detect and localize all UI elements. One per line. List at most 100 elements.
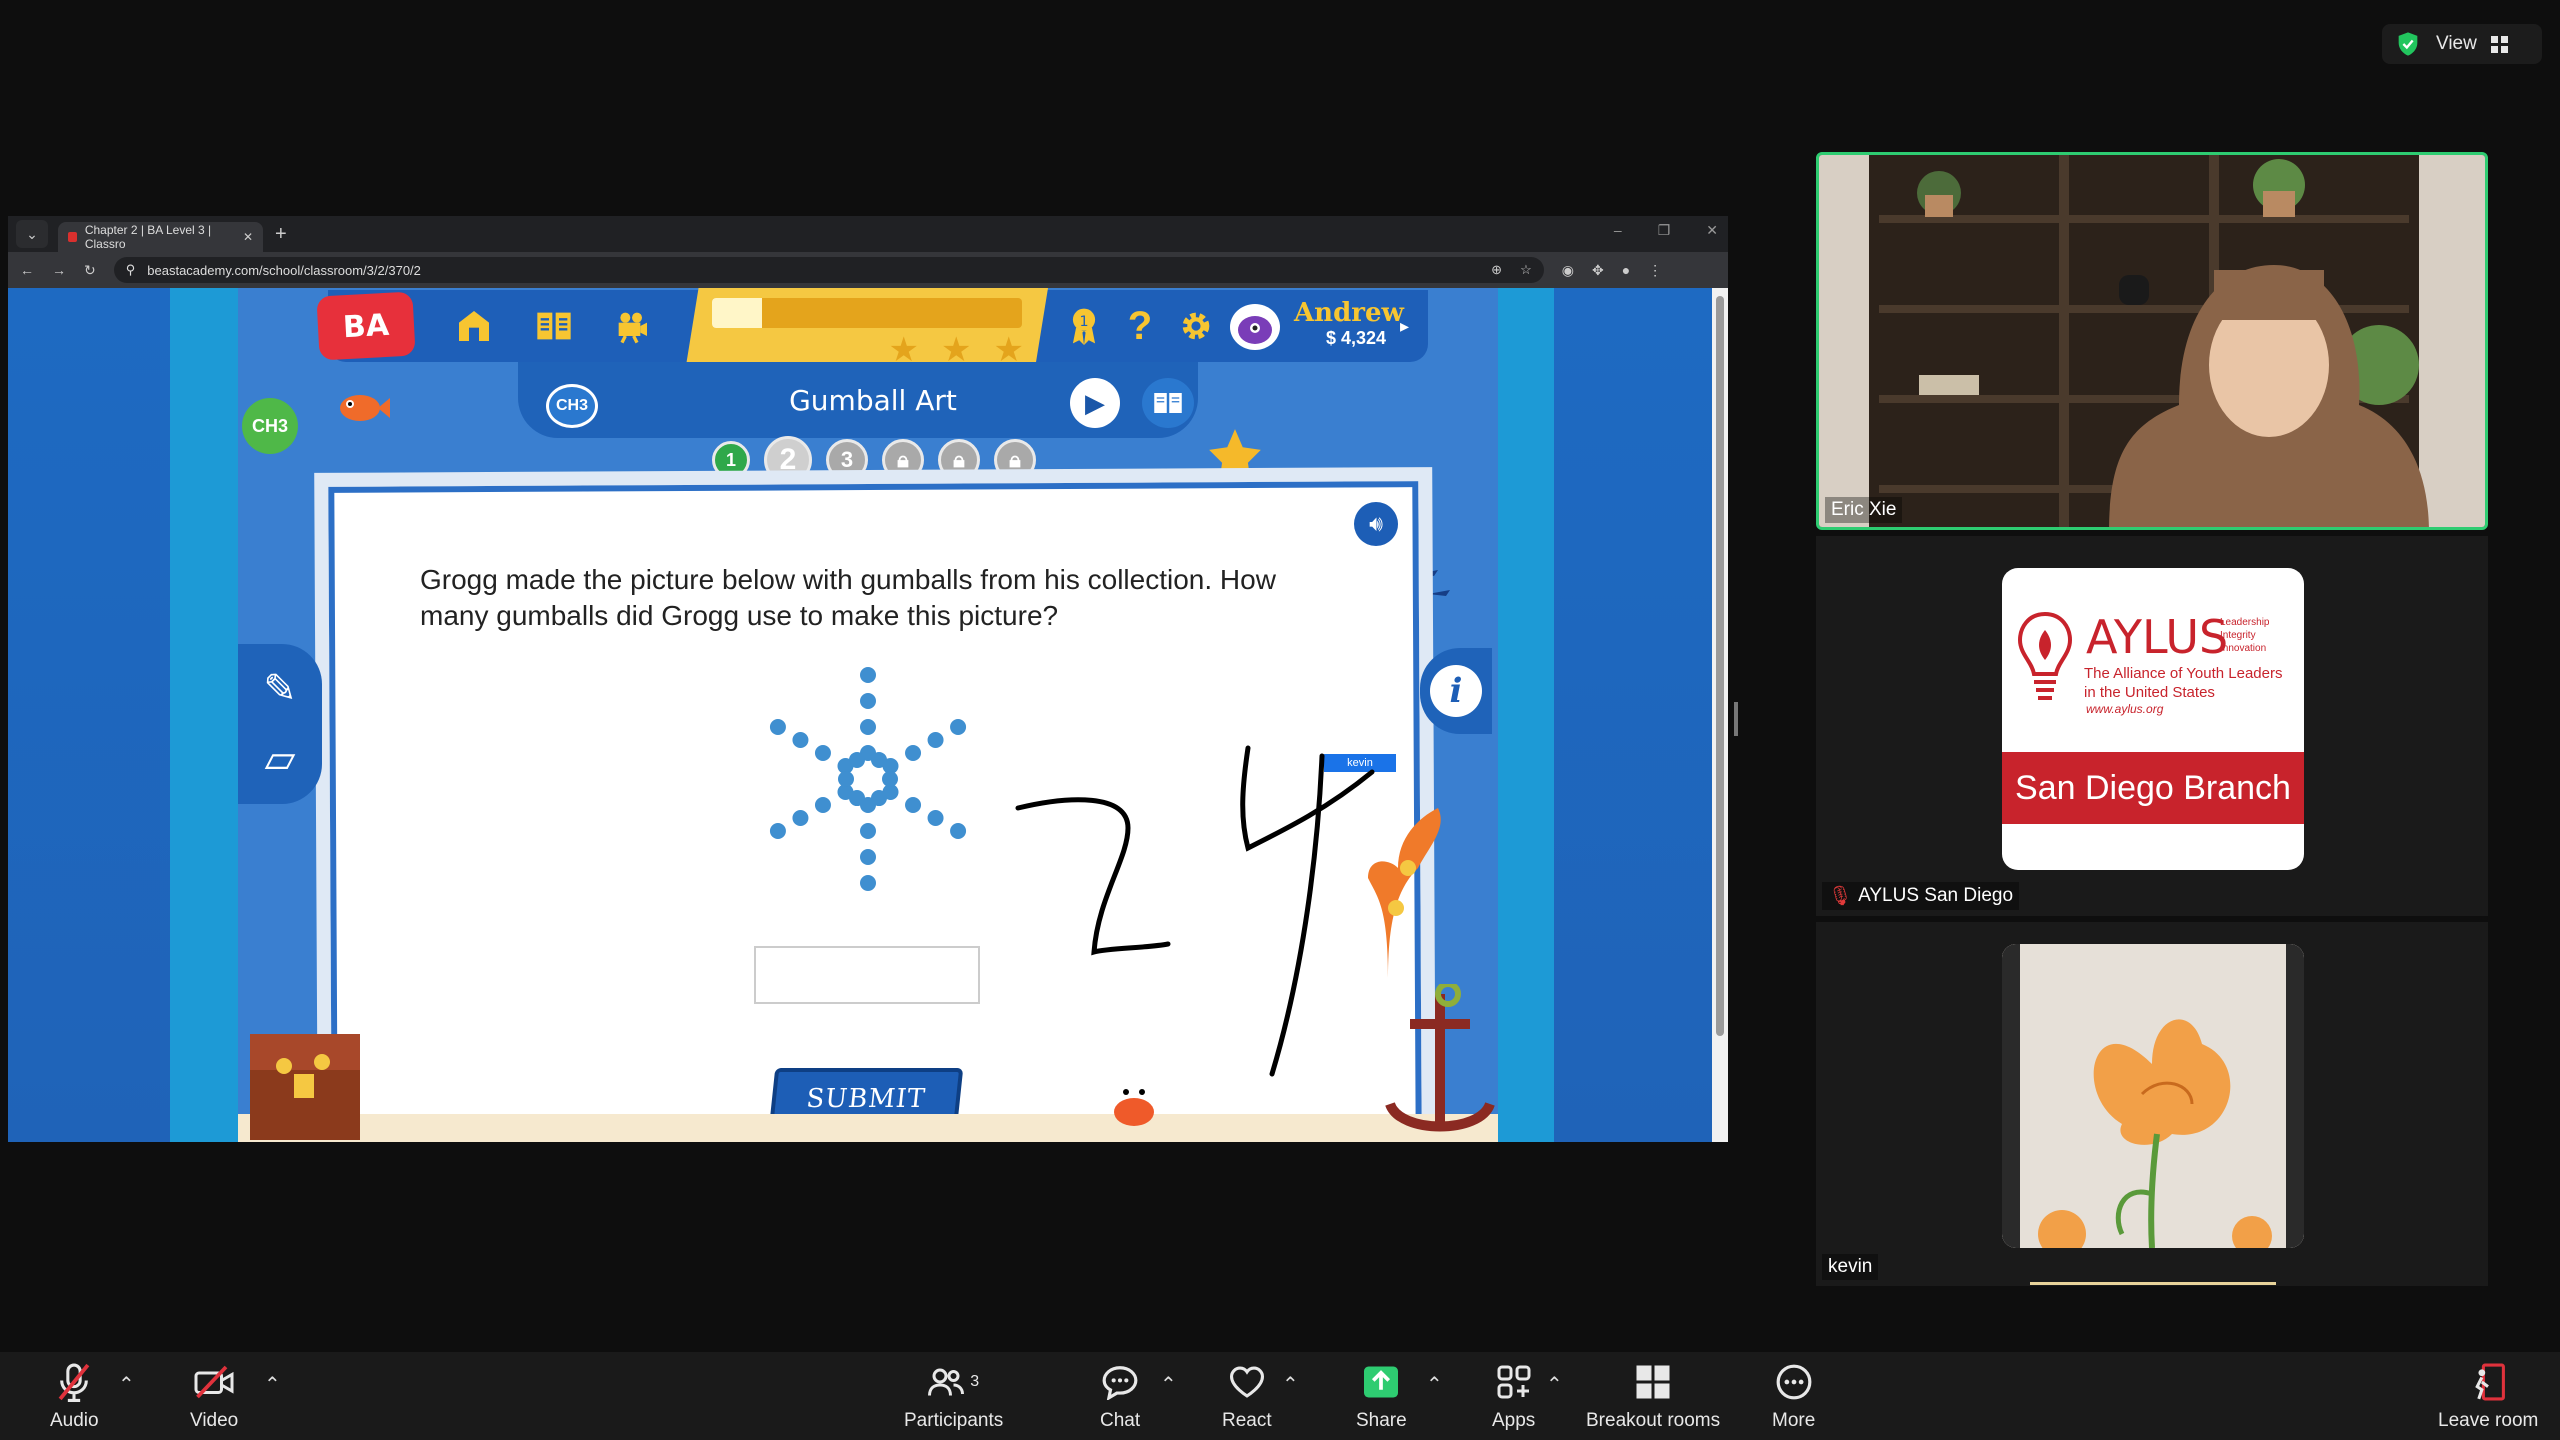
aylus-logo: AYLUS Leadership Integrity Innovation Th… [2002,568,2304,870]
audio-button[interactable]: Audio [50,1360,99,1432]
anchor-icon [1385,984,1495,1132]
react-button[interactable]: React [1222,1360,1272,1432]
chat-label: Chat [1100,1410,1141,1431]
settings-gear-icon[interactable] [1170,302,1222,350]
ocean-background-right [1554,288,1712,1142]
chevron-right-icon[interactable]: ▸ [1400,316,1409,337]
eraser-icon[interactable]: ▱ [265,736,296,782]
back-icon[interactable]: ← [20,262,34,278]
step-3[interactable]: 3 [826,439,868,481]
view-control[interactable]: View [2382,24,2542,64]
step-1[interactable]: 1 [712,441,750,479]
share-label: Share [1356,1410,1407,1431]
profile-avatar[interactable]: ● [1622,262,1630,279]
extension-icon[interactable]: ◉ [1562,262,1574,279]
pencil-icon[interactable]: ✎ [263,666,297,712]
reload-icon[interactable]: ↻ [84,262,96,279]
browser-menu-icon[interactable]: ⋮ [1648,262,1662,279]
react-label: React [1222,1410,1272,1431]
tab-search-button[interactable]: ⌄ [16,220,48,248]
play-button[interactable]: ▶ [1070,378,1120,428]
video-button[interactable]: Video [190,1360,238,1432]
close-tab-icon[interactable]: ✕ [243,230,253,244]
user-avatar[interactable] [1230,304,1280,350]
gumball [950,823,967,839]
step-locked-icon: 🔒︎ [882,439,924,481]
chapter-button[interactable]: CH3 [546,384,598,428]
aylus-url: www.aylus.org [2086,702,2164,716]
participant-count: 3 [970,1373,980,1390]
gumball [927,810,944,826]
forward-icon[interactable]: → [52,262,66,278]
svg-text:1: 1 [1079,314,1088,330]
answer-input[interactable] [754,946,980,1004]
help-icon[interactable]: ? [1114,302,1166,350]
starfish-icon [1209,429,1261,481]
panel-resize-handle[interactable] [1734,702,1738,736]
left-border [170,288,238,1142]
guide-book-button[interactable] [1142,378,1194,428]
shared-screen: ⌄ Chapter 2 | BA Level 3 | Classro ✕ + –… [8,216,1728,1142]
gumball [769,719,786,735]
extensions-puzzle-icon[interactable]: ✥ [1592,262,1604,279]
browser-scrollbar[interactable] [1712,288,1728,1142]
bookmark-star-icon[interactable]: ☆ [1520,262,1532,278]
gumball [849,751,865,768]
tab-title: Chapter 2 | BA Level 3 | Classro [84,223,212,251]
browser-tab[interactable]: Chapter 2 | BA Level 3 | Classro ✕ [58,222,263,252]
share-button[interactable]: Share [1356,1360,1407,1432]
gumball [950,719,967,735]
chat-options-caret-icon[interactable]: ⌃ [1160,1372,1177,1397]
minimize-icon[interactable]: – [1614,222,1622,239]
aylus-branch: San Diego Branch [2002,752,2304,824]
leave-room-button[interactable]: Leave room [2438,1360,2538,1432]
chapter-badge[interactable]: CH3 [242,398,298,454]
window-controls: – ❐ ✕ [1614,222,1718,239]
more-button[interactable]: More [1772,1360,1815,1432]
home-icon[interactable] [448,302,500,350]
ba-logo[interactable]: BA [316,291,416,361]
participants-label: Participants [904,1410,1004,1431]
award-ribbon-icon[interactable]: 1 [1058,302,1110,350]
apps-icon [1496,1360,1532,1404]
step-2[interactable]: 2 [764,436,812,484]
favicon-icon [68,232,77,242]
muted-mic-icon: 🎙︎ [1828,886,1853,907]
book-icon[interactable] [528,302,580,350]
apps-button[interactable]: Apps [1492,1360,1535,1432]
zoom-icon[interactable]: ⊕ [1491,262,1502,278]
address-bar[interactable]: ⚲ beastacademy.com/school/classroom/3/2/… [113,257,1544,283]
breakout-rooms-button[interactable]: Breakout rooms [1586,1360,1720,1432]
gumball-picture [769,667,967,891]
apps-options-caret-icon[interactable]: ⌃ [1546,1372,1563,1397]
participants-button[interactable]: 3 Participants [904,1360,1003,1432]
gumball [860,849,876,865]
heart-icon [1228,1360,1266,1404]
video-tile-eric[interactable]: Eric Xie [1816,152,2488,530]
step-locked-icon: 🔒︎ [938,439,980,481]
restore-icon[interactable]: ❐ [1658,222,1671,239]
participant-name: Eric Xie [1825,497,1903,523]
info-button[interactable]: i [1420,648,1492,734]
gumball [814,745,831,761]
speaking-indicator [2030,1282,2276,1285]
meeting-toolbar [0,1352,2560,1440]
chat-button[interactable]: Chat [1100,1360,1140,1432]
video-options-caret-icon[interactable]: ⌃ [264,1372,281,1397]
speaker-icon[interactable]: 🔊︎ [1354,502,1398,546]
gumball [871,790,887,807]
gumball [860,667,876,683]
share-options-caret-icon[interactable]: ⌃ [1426,1372,1443,1397]
close-window-icon[interactable]: ✕ [1706,222,1718,239]
audio-options-caret-icon[interactable]: ⌃ [118,1372,135,1397]
browser-tab-bar: ⌄ Chapter 2 | BA Level 3 | Classro ✕ + –… [8,216,1728,252]
react-options-caret-icon[interactable]: ⌃ [1282,1372,1299,1397]
muted-mic-icon [55,1360,93,1404]
lesson-title: Gumball Art [789,384,957,417]
video-camera-icon[interactable] [606,302,658,350]
crab-icon [1114,1086,1154,1126]
new-tab-button[interactable]: + [275,223,287,246]
shield-icon [2398,32,2418,56]
annotator-label: kevin [1324,754,1396,772]
site-info-icon[interactable]: ⚲ [126,262,136,278]
